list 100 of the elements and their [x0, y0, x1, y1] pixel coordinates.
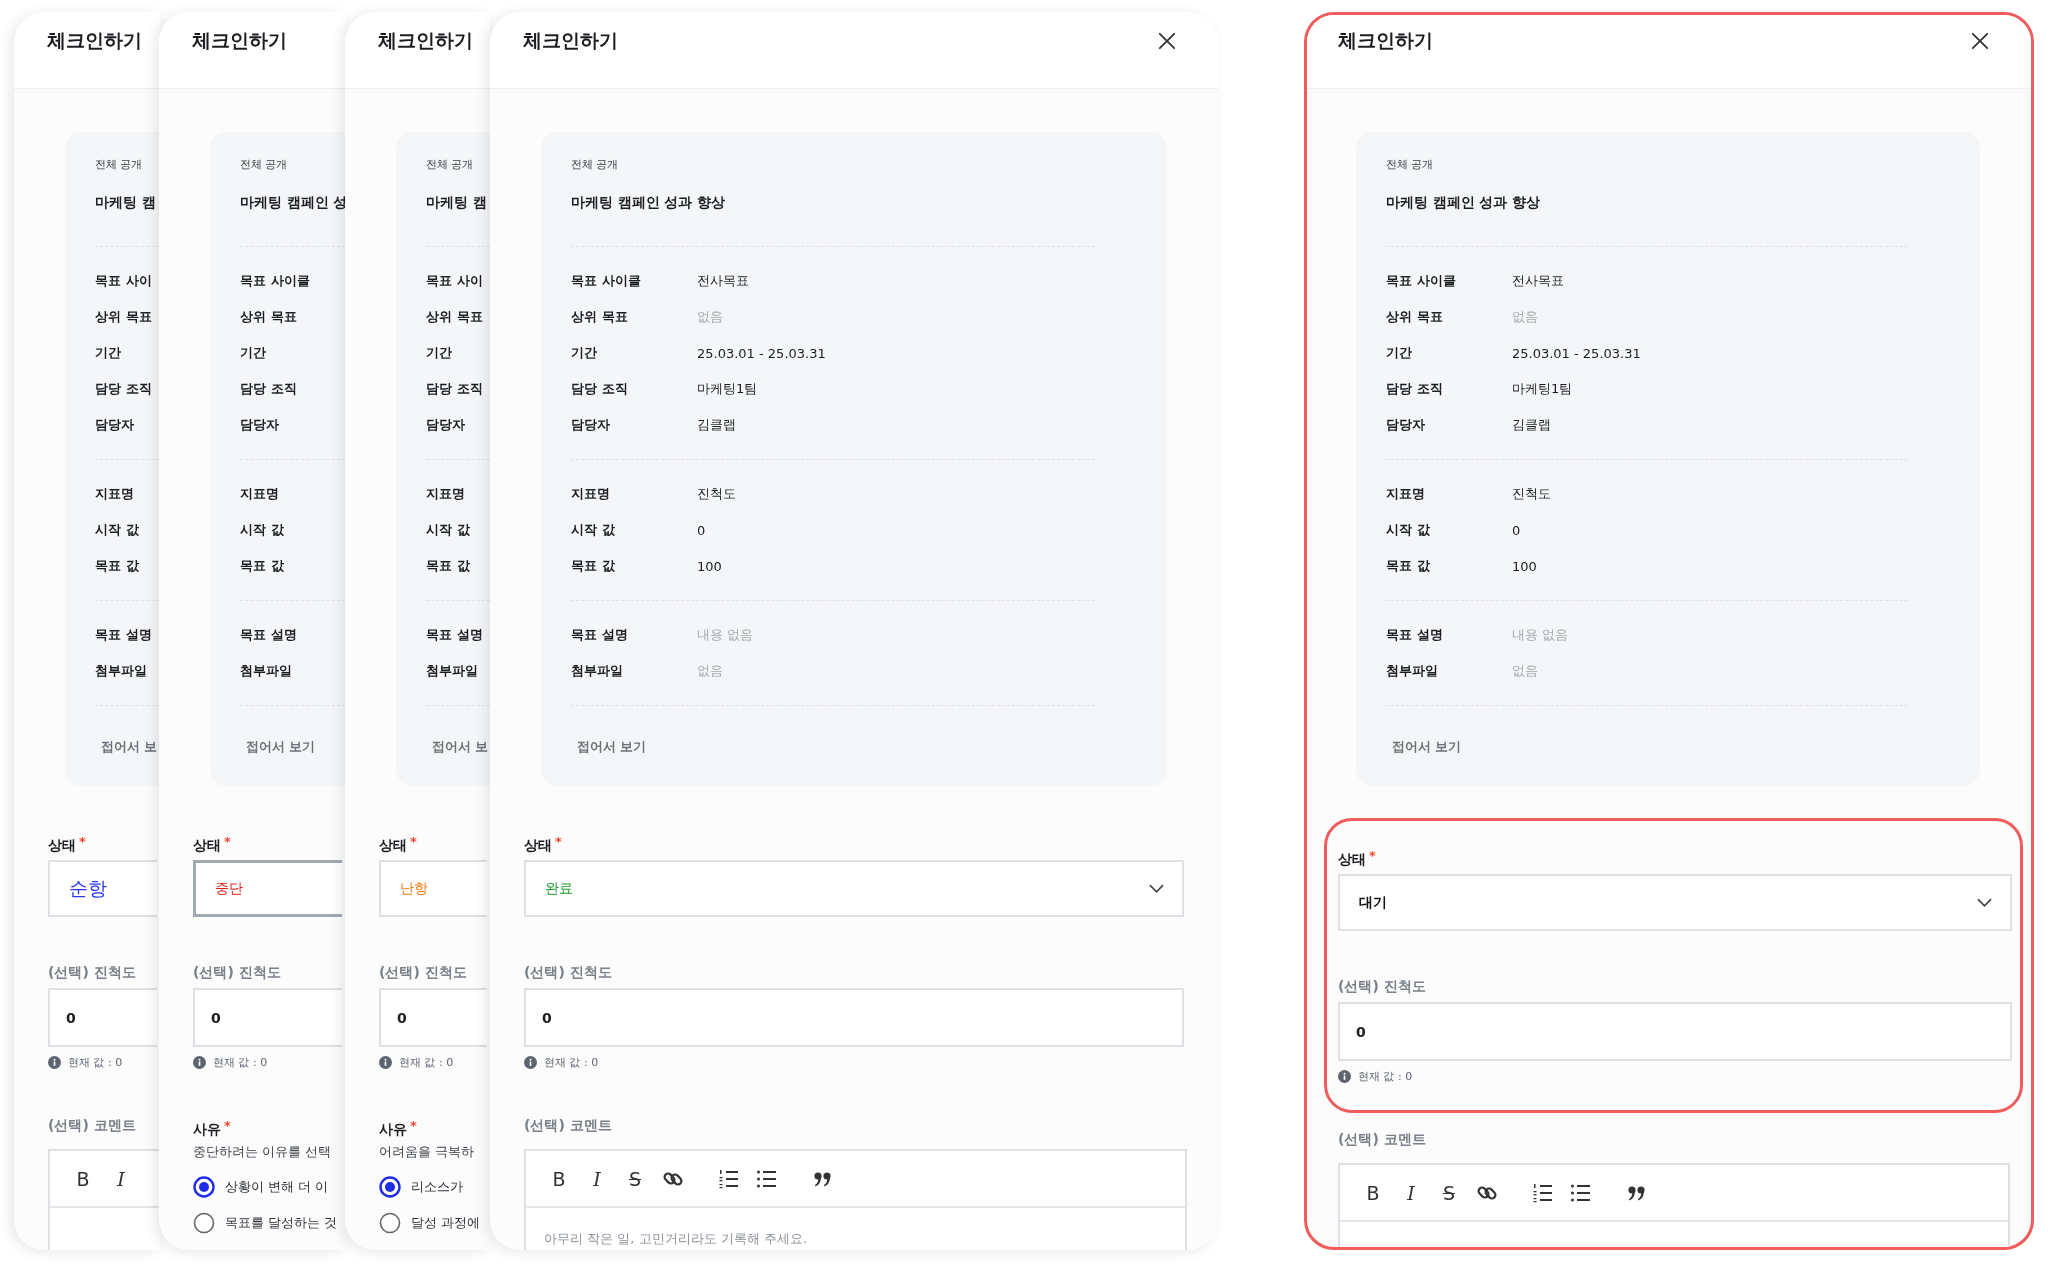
italic-button[interactable]: I: [110, 1167, 132, 1190]
visibility-label: 전체 공개: [1386, 157, 1434, 173]
field-label: 목표 사이: [95, 272, 152, 290]
info-icon: [379, 1056, 392, 1069]
goal-title: 마케팅 캠페인 성과 향상: [1386, 193, 1541, 212]
collapse-link[interactable]: 접어서 보기: [246, 739, 316, 754]
close-icon[interactable]: [1971, 32, 1989, 50]
field-value: 마케팅1팀: [1512, 380, 1573, 398]
bold-button[interactable]: B: [1362, 1181, 1384, 1204]
radio-option[interactable]: 달성 과정에: [379, 1211, 490, 1235]
field-label: (선택) 진척도: [379, 963, 467, 982]
reason-hint: 어려움을 극복하: [379, 1143, 475, 1161]
field-label: 목표 설명: [426, 626, 483, 644]
field-value: 김클랩: [697, 416, 736, 434]
field-label: (선택) 진척도: [48, 963, 136, 982]
comment-editor[interactable]: B I: [48, 1149, 160, 1250]
field-value: 전사목표: [1512, 272, 1564, 290]
progress-input[interactable]: 0: [379, 988, 487, 1047]
field-value: 0: [1512, 522, 1521, 538]
collapse-link[interactable]: 접어서 보: [101, 739, 158, 754]
radio-option[interactable]: 목표를 달성하는 것: [193, 1211, 345, 1235]
italic-button[interactable]: I: [1400, 1181, 1422, 1204]
field-label: (선택) 코멘트: [524, 1116, 612, 1135]
info-icon: [524, 1056, 537, 1069]
radio-button[interactable]: [193, 1212, 215, 1234]
progress-input[interactable]: 0: [524, 988, 1184, 1047]
radio-button[interactable]: [379, 1212, 401, 1234]
field-label: 담당자: [240, 416, 279, 434]
field-label: 상위 목표: [571, 308, 629, 326]
info-icon: [193, 1056, 206, 1069]
field-label: 상태: [193, 836, 221, 855]
bold-button[interactable]: B: [548, 1167, 570, 1190]
progress-input[interactable]: 0: [1338, 1002, 2012, 1061]
field-value: 진척도: [1512, 485, 1551, 503]
field-label: 시작 값: [95, 521, 139, 539]
status-select[interactable]: 대기: [1338, 874, 2012, 931]
field-label: 목표 값: [571, 557, 616, 575]
strikethrough-button[interactable]: S: [624, 1167, 646, 1190]
field-value: 마케팅1팀: [697, 380, 758, 398]
required-mark: *: [1369, 849, 1376, 863]
radio-button[interactable]: [193, 1176, 215, 1198]
goal-title: 마케팅 캠: [95, 193, 156, 212]
collapse-link[interactable]: 접어서 보: [432, 739, 489, 754]
field-label: (선택) 진척도: [1338, 977, 1426, 996]
field-label: 목표 값: [95, 557, 139, 575]
status-select[interactable]: 중단: [193, 860, 342, 917]
field-label: 지표명: [426, 485, 465, 503]
progress-input[interactable]: 0: [193, 988, 342, 1047]
italic-button[interactable]: I: [586, 1167, 608, 1190]
field-value: 25.03.01 - 25.03.31: [1512, 345, 1641, 361]
radio-button[interactable]: [379, 1176, 401, 1198]
field-label: 기간: [95, 344, 121, 362]
field-label: 목표 사이: [426, 272, 483, 290]
close-icon[interactable]: [1158, 32, 1176, 50]
field-label: (선택) 진척도: [524, 963, 612, 982]
field-label: 목표 설명: [240, 626, 297, 644]
required-mark: *: [224, 1119, 231, 1133]
field-label: 기간: [571, 344, 598, 362]
strikethrough-button[interactable]: S: [1438, 1181, 1460, 1204]
dialog-title: 체크인하기: [1338, 28, 1433, 53]
field-label: 상위 목표: [95, 308, 152, 326]
field-value: 김클랩: [1512, 416, 1551, 434]
visibility-label: 전체 공개: [240, 157, 288, 173]
field-value: 진척도: [697, 485, 736, 503]
required-mark: *: [224, 835, 231, 849]
field-value: 내용 없음: [697, 626, 754, 644]
field-label: 상태: [524, 836, 552, 855]
radio-option[interactable]: 리소스가: [379, 1175, 490, 1199]
field-label: 사유: [193, 1120, 221, 1139]
field-label: 사유: [379, 1120, 407, 1139]
field-value: 0: [697, 522, 706, 538]
comment-editor[interactable]: B I S: [1338, 1163, 2010, 1247]
field-label: 첨부파일: [1386, 662, 1439, 680]
status-select[interactable]: 완료: [524, 860, 1184, 917]
field-label: 목표 사이클: [571, 272, 642, 290]
field-label: 시작 값: [1386, 521, 1431, 539]
field-label: 담당 조직: [1386, 380, 1444, 398]
field-label: 목표 설명: [95, 626, 152, 644]
comment-editor[interactable]: B I S 아무리 작은 일, 고민거리라도 기록해 주세요.: [524, 1149, 1187, 1250]
collapse-link[interactable]: 접어서 보기: [577, 739, 647, 754]
ordered-list-icon[interactable]: [1532, 1181, 1554, 1204]
field-label: 상태: [379, 836, 407, 855]
field-label: 담당 조직: [426, 380, 483, 398]
field-label: 첨부파일: [571, 662, 624, 680]
field-value: 100: [1512, 558, 1537, 574]
progress-input[interactable]: 0: [48, 988, 157, 1047]
field-label: 담당 조직: [240, 380, 297, 398]
radio-option[interactable]: 상황이 변해 더 이: [193, 1175, 345, 1199]
ordered-list-icon[interactable]: [718, 1167, 740, 1190]
field-label: (선택) 코멘트: [48, 1116, 136, 1135]
field-label: 목표 값: [426, 557, 470, 575]
status-select[interactable]: 순항: [48, 860, 157, 917]
collapse-link[interactable]: 접어서 보기: [1392, 739, 1462, 754]
info-icon: [48, 1056, 61, 1069]
field-label: 첨부파일: [95, 662, 147, 680]
field-label: 상위 목표: [426, 308, 483, 326]
dialog-title: 체크인하기: [192, 28, 287, 53]
field-label: 지표명: [240, 485, 279, 503]
goal-title: 마케팅 캠: [426, 193, 487, 212]
bold-button[interactable]: B: [72, 1167, 94, 1190]
